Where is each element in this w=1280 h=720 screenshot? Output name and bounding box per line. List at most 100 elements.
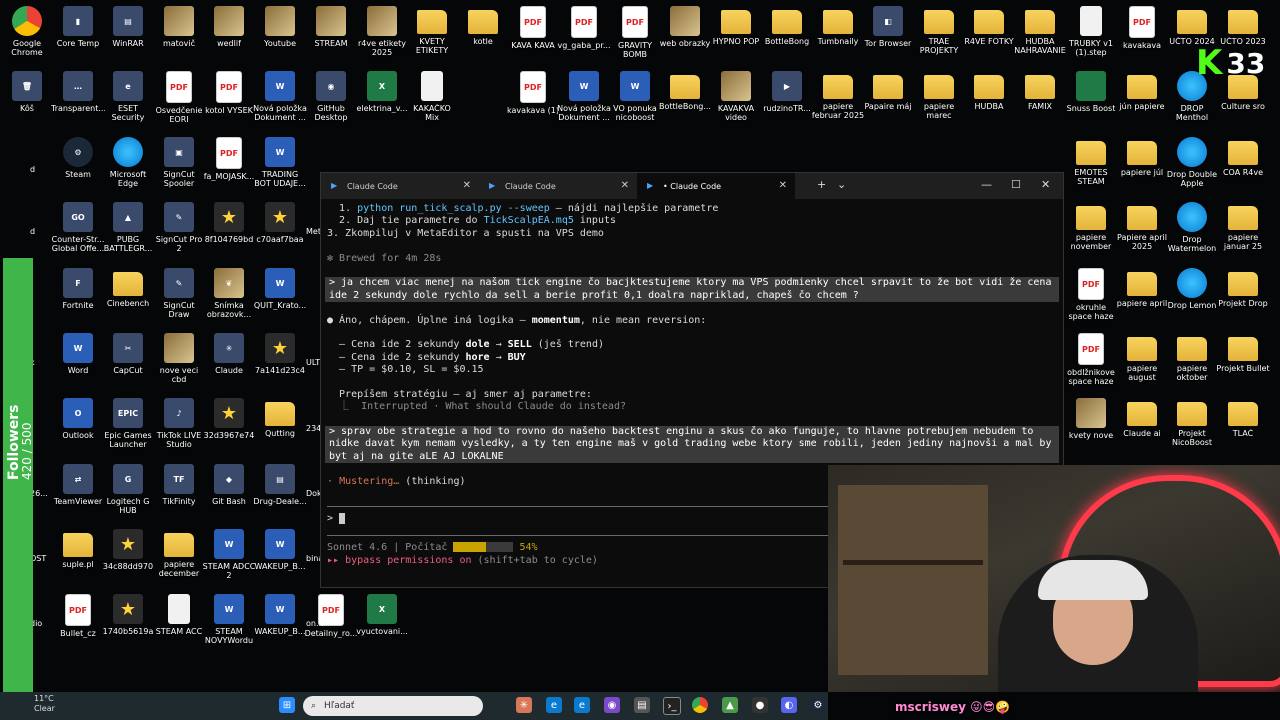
- desktop-icon[interactable]: ◉ GitHub Desktop: [304, 65, 358, 129]
- desktop-icon[interactable]: papiere december: [152, 523, 206, 587]
- desktop-icon[interactable]: Drop Lemon: [1165, 262, 1219, 326]
- desktop-icon[interactable]: ❦ Snímka obrazovk...: [202, 262, 256, 326]
- desktop-icon[interactable]: PDF kavakava (1): [506, 65, 560, 129]
- desktop-icon[interactable]: e ESET Security: [101, 65, 155, 129]
- desktop-icon[interactable]: Google Chrome: [0, 0, 54, 64]
- desktop-icon[interactable]: papiere august: [1115, 327, 1169, 391]
- desktop-icon[interactable]: 🗑 Kôš: [0, 65, 54, 129]
- desktop-icon[interactable]: BottleBong: [760, 0, 814, 64]
- desktop-icon[interactable]: matovič: [152, 0, 206, 64]
- desktop-icon[interactable]: ◧ Tor Browser: [861, 0, 915, 64]
- desktop-icon[interactable]: G Logitech G HUB: [101, 458, 155, 522]
- desktop-icon[interactable]: ✎ SignCut Pro 2: [152, 196, 206, 260]
- terminal-taskbar-icon[interactable]: ›_: [663, 697, 681, 715]
- desktop-icon[interactable]: papiere marec: [912, 65, 966, 129]
- app-taskbar-icon[interactable]: ▲: [722, 697, 738, 713]
- desktop-icon[interactable]: EPIC Epic Games Launcher: [101, 392, 155, 456]
- new-tab-button[interactable]: +: [817, 178, 826, 191]
- desktop-icon[interactable]: ★ c70aaf7baa: [253, 196, 307, 260]
- desktop-icon[interactable]: papiere oktober: [1165, 327, 1219, 391]
- desktop-icon[interactable]: web obrazky: [658, 0, 712, 64]
- terminal-tab-active[interactable]: ▶ • Claude Code ✕: [637, 173, 795, 199]
- windows-icon[interactable]: ⊞: [279, 697, 295, 713]
- desktop-icon[interactable]: wedlif: [202, 0, 256, 64]
- desktop-icon[interactable]: W Word: [51, 327, 105, 391]
- desktop-icon[interactable]: ★ 8f104769bd: [202, 196, 256, 260]
- desktop-icon[interactable]: TRUBKY v1 (1).step: [1064, 0, 1118, 64]
- desktop-icon[interactable]: BottleBong...: [658, 65, 712, 129]
- desktop-icon[interactable]: W VO ponuka nicoboost: [608, 65, 662, 129]
- desktop-icon[interactable]: r4ve etikety 2025: [355, 0, 409, 64]
- desktop-icon[interactable]: W WAKEUP_B...: [253, 588, 307, 652]
- desktop-icon[interactable]: ▲ PUBG BATTLEGR...: [101, 196, 155, 260]
- desktop-icon[interactable]: papiere november: [1064, 196, 1118, 260]
- desktop-icon[interactable]: HUDBA NAHRAVANIE: [1013, 0, 1067, 64]
- desktop-icon[interactable]: ✳ Claude: [202, 327, 256, 391]
- minimize-button[interactable]: —: [981, 178, 992, 191]
- desktop-icon[interactable]: papiere januar 25: [1216, 196, 1270, 260]
- desktop-icon[interactable]: ✎ SignCut Draw: [152, 262, 206, 326]
- desktop-icon[interactable]: EMOTES STEAM: [1064, 131, 1118, 195]
- chrome-taskbar-icon[interactable]: [692, 697, 708, 713]
- desktop-icon[interactable]: TF TikFinity: [152, 458, 206, 522]
- desktop-icon[interactable]: PDF kotol VYSEK: [202, 65, 256, 129]
- desktop-icon[interactable]: Papiere april 2025: [1115, 196, 1169, 260]
- desktop-icon[interactable]: PDF Osvedčenie EORI: [152, 65, 206, 129]
- desktop-icon[interactable]: kvety nove: [1064, 392, 1118, 456]
- desktop-icon[interactable]: W STEAM NOVYWordu: [202, 588, 256, 652]
- weather-widget[interactable]: 11°C Clear: [34, 694, 55, 714]
- desktop-icon[interactable]: Drop Double Apple: [1165, 131, 1219, 195]
- desktop-icon[interactable]: ◆ Git Bash: [202, 458, 256, 522]
- desktop-icon[interactable]: Projekt Drop: [1216, 262, 1270, 326]
- desktop-icon[interactable]: papiere júl: [1115, 131, 1169, 195]
- app-taskbar-icon[interactable]: ●: [752, 697, 768, 713]
- desktop-icon[interactable]: O Outlook: [51, 392, 105, 456]
- desktop-icon[interactable]: ★ 32d3967e74: [202, 392, 256, 456]
- desktop-icon[interactable]: ▶ rudzinoTR...: [760, 65, 814, 129]
- tab-dropdown-button[interactable]: ⌄: [837, 178, 846, 191]
- desktop-icon[interactable]: Microsoft Edge: [101, 131, 155, 195]
- close-icon[interactable]: ✕: [621, 180, 629, 191]
- desktop-icon[interactable]: ★ 34c88dd970: [101, 523, 155, 587]
- terminal-tab[interactable]: ▶ Claude Code ✕: [479, 173, 637, 199]
- desktop-icon[interactable]: PDF Bullet_cz: [51, 588, 105, 652]
- desktop-icon[interactable]: kotle: [456, 0, 510, 64]
- desktop-icon[interactable]: W QUIT_Krato...: [253, 262, 307, 326]
- desktop-icon[interactable]: GO Counter-Str... Global Offe...: [51, 196, 105, 260]
- desktop-icon[interactable]: papiere april: [1115, 262, 1169, 326]
- desktop-icon[interactable]: nove veci cbd: [152, 327, 206, 391]
- desktop-icon[interactable]: STEAM ACC: [152, 588, 206, 652]
- desktop-icon[interactable]: STREAM: [304, 0, 358, 64]
- desktop-icon[interactable]: PDF kavakava: [1115, 0, 1169, 64]
- desktop-icon[interactable]: PDF obdlžnikove space haze: [1064, 327, 1118, 391]
- desktop-icon[interactable]: KAVAKVA video: [709, 65, 763, 129]
- desktop-icon[interactable]: ⇄ TeamViewer: [51, 458, 105, 522]
- desktop-icon[interactable]: ♪ TikTok LIVE Studio: [152, 392, 206, 456]
- desktop-icon[interactable]: TRAE PROJEKTY: [912, 0, 966, 64]
- desktop-icon[interactable]: TLAČ: [1216, 392, 1270, 456]
- desktop-icon[interactable]: jún papiere: [1115, 65, 1169, 129]
- files-taskbar-icon[interactable]: ▤: [634, 697, 650, 713]
- desktop-icon[interactable]: PDF KAVA KAVA: [506, 0, 560, 64]
- desktop-icon[interactable]: ✂ CapCut: [101, 327, 155, 391]
- close-icon[interactable]: ✕: [463, 180, 471, 191]
- desktop-icon[interactable]: PDF GRAVITY BOMB: [608, 0, 662, 64]
- desktop-icon[interactable]: ★ 1740b5619a: [101, 588, 155, 652]
- search-input[interactable]: ⌕ Hľadať: [303, 696, 483, 716]
- desktop-icon[interactable]: ▤ WinRAR: [101, 0, 155, 64]
- desktop-icon[interactable]: Projekt NicoBoost: [1165, 392, 1219, 456]
- desktop-icon[interactable]: Drop Watermelon: [1165, 196, 1219, 260]
- desktop-icon[interactable]: FAMIX: [1013, 65, 1067, 129]
- edge-taskbar-icon[interactable]: e: [574, 697, 590, 713]
- desktop-icon[interactable]: W WAKEUP_B...: [253, 523, 307, 587]
- desktop-icon[interactable]: Xelektrina_v...: [355, 65, 409, 129]
- desktop-icon[interactable]: W STEAM ADCC 2: [202, 523, 256, 587]
- edge-taskbar-icon[interactable]: e: [546, 697, 562, 713]
- terminal-tab[interactable]: ▶ Claude Code ✕: [321, 173, 479, 199]
- desktop-icon[interactable]: Projekt Bullet: [1216, 327, 1270, 391]
- desktop-icon[interactable]: ▮ Core Temp: [51, 0, 105, 64]
- desktop-icon[interactable]: Xvyuctovani...: [355, 588, 409, 652]
- desktop-icon[interactable]: F Fortnite: [51, 262, 105, 326]
- desktop-icon[interactable]: Tumbnaily: [811, 0, 865, 64]
- desktop-icon[interactable]: Cinebench: [101, 262, 155, 326]
